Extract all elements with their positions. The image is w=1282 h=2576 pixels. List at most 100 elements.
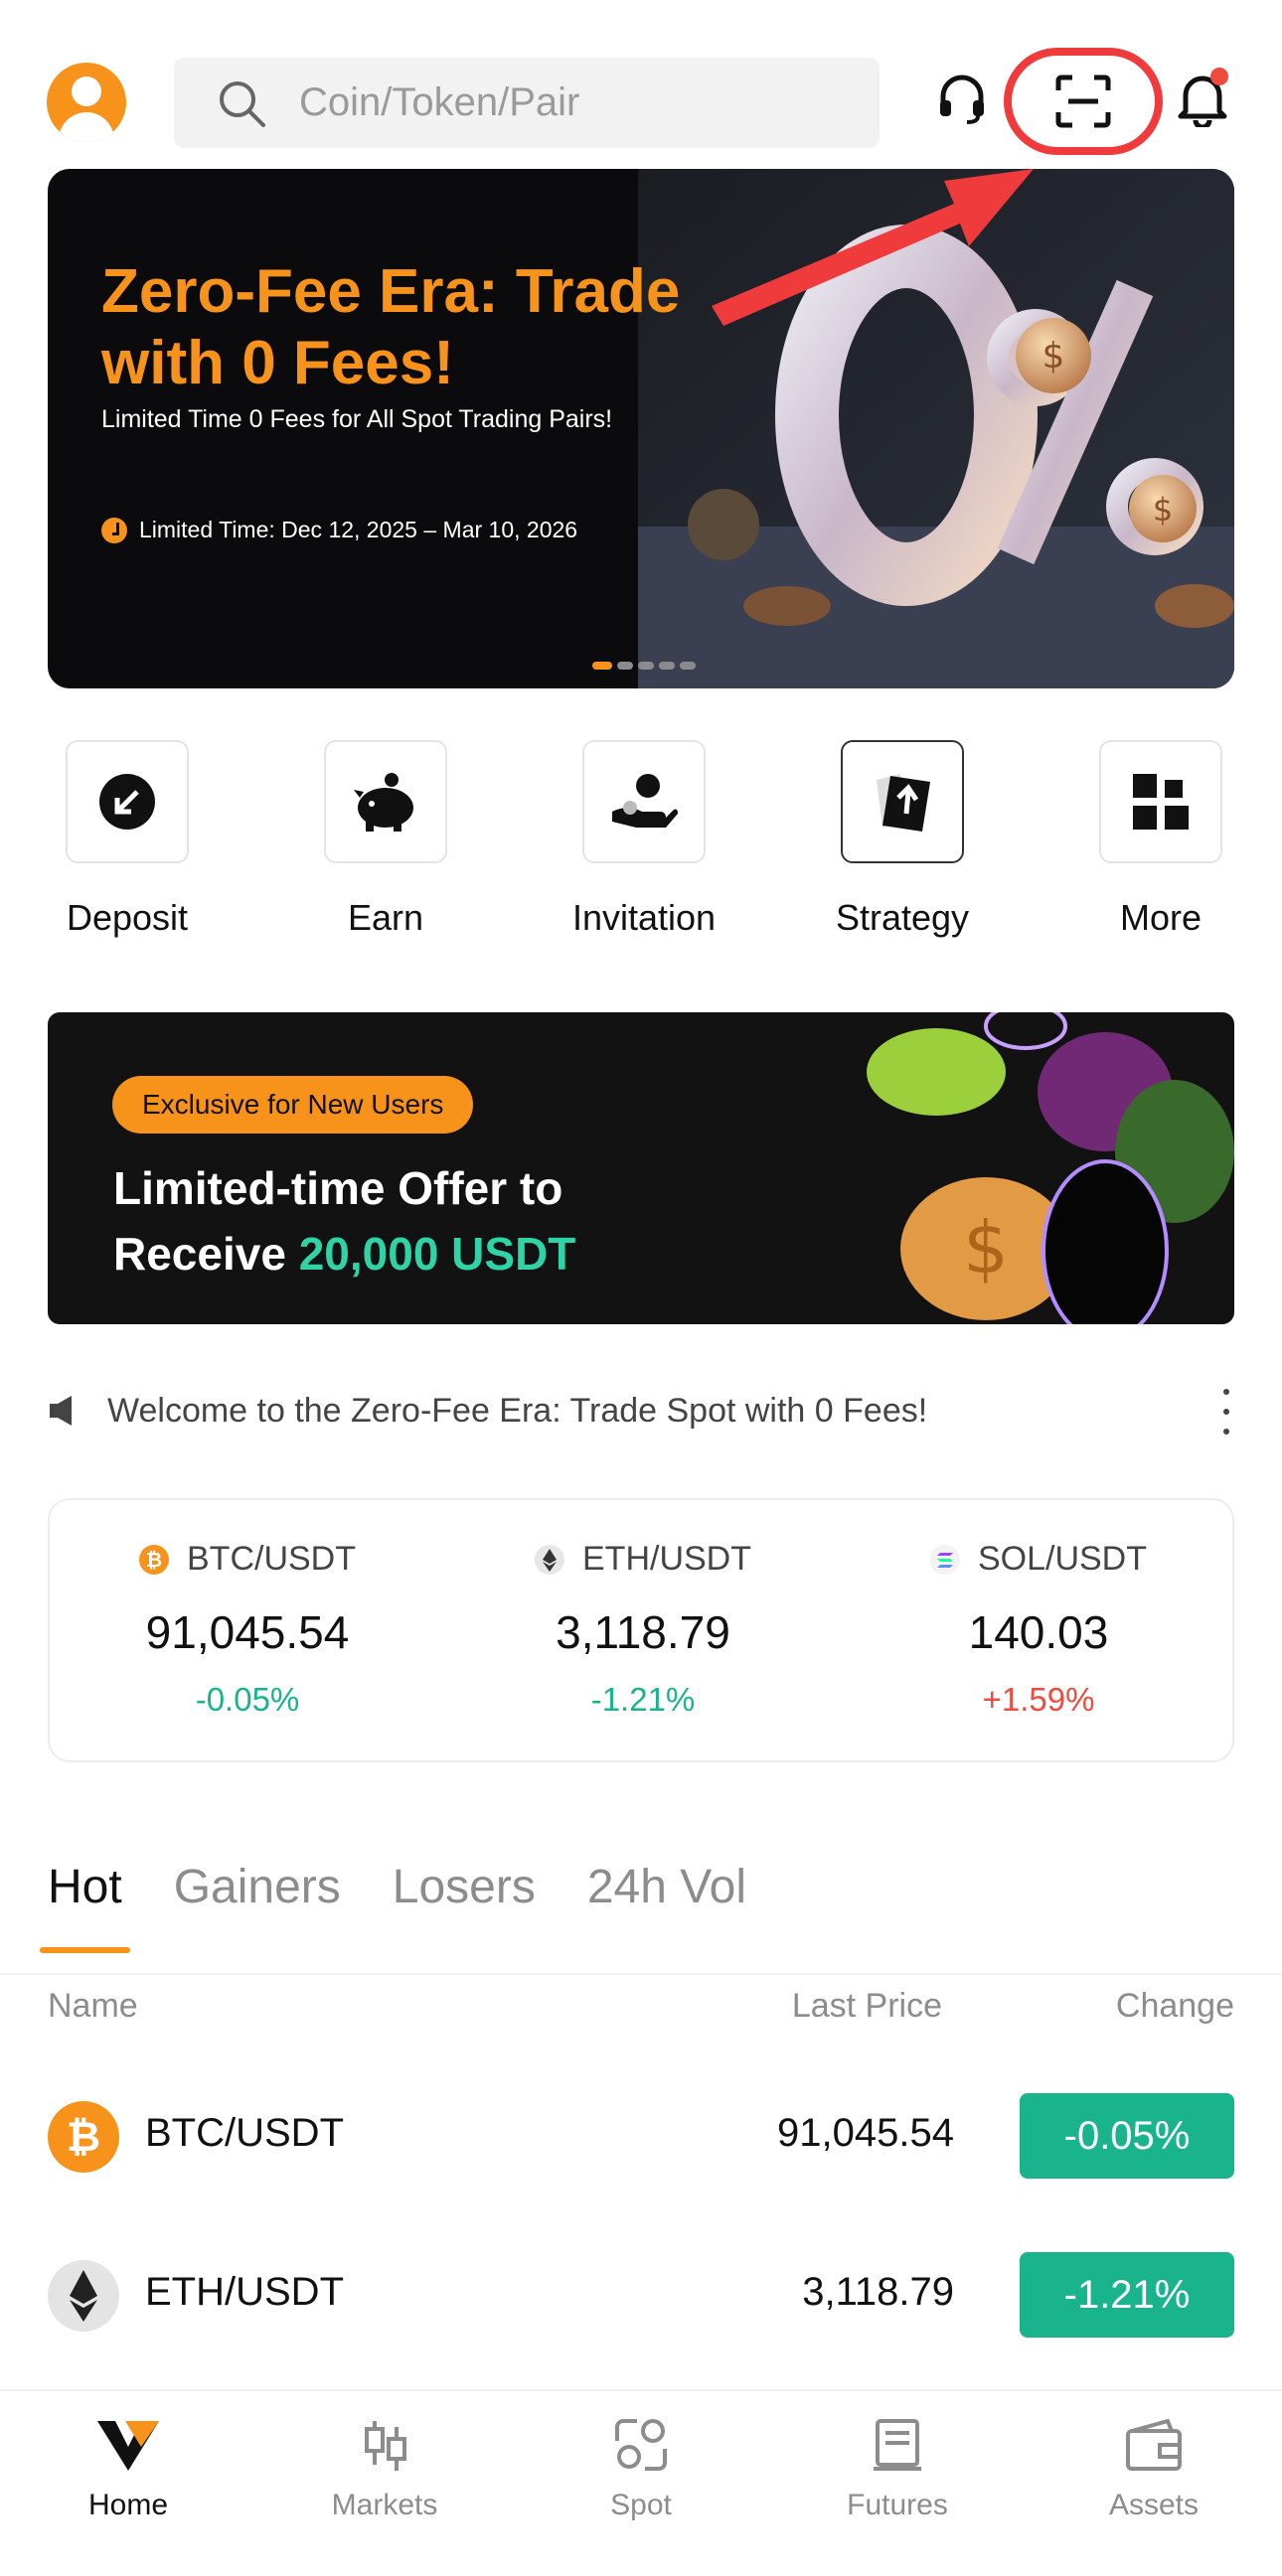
announcement-text: Welcome to the Zero-Fee Era: Trade Spot … — [107, 1391, 928, 1430]
candlestick-icon — [365, 2421, 406, 2471]
home-logo-icon — [97, 2421, 159, 2471]
avatar[interactable] — [47, 63, 126, 142]
ethereum-icon — [535, 1544, 564, 1575]
nav-label: Home — [87, 2489, 169, 2521]
bottom-nav: Home Markets Spot Futures Assets — [0, 2389, 1282, 2576]
action-strategy[interactable]: Strategy — [783, 740, 1022, 939]
new-user-promo[interactable]: $ Exclusive for New Users Limited-time O… — [48, 1012, 1234, 1324]
nav-assets[interactable]: Assets — [1026, 2417, 1282, 2522]
action-label: Deposit — [66, 897, 189, 938]
deposit-icon — [99, 774, 155, 830]
nav-futures[interactable]: Futures — [769, 2417, 1026, 2522]
ticker-change: -1.21% — [590, 1681, 696, 1718]
banner-time: Limited Time: Dec 12, 2025 – Mar 10, 202… — [101, 517, 577, 543]
ticker-price: 91,045.54 — [145, 1606, 350, 1658]
market-tabs: Hot Gainers Losers 24h Vol — [40, 1860, 798, 1959]
row-change-badge: -0.05% — [1020, 2093, 1234, 2179]
svg-text:₿: ₿ — [146, 1548, 162, 1572]
ticker-btc[interactable]: ₿ BTC/USDT 91,045.54 -0.05% — [50, 1500, 445, 1764]
action-label: Earn — [347, 897, 424, 938]
nav-label: Futures — [847, 2489, 948, 2521]
search-input[interactable] — [299, 80, 856, 125]
ethereum-icon — [48, 2260, 119, 2332]
grid-icon — [1133, 774, 1189, 830]
bitcoin-icon: ₿ — [48, 2101, 119, 2173]
action-more[interactable]: More — [1042, 740, 1280, 939]
ticker-sol[interactable]: SOL/USDT 140.03 +1.59% — [841, 1500, 1236, 1764]
search-bar[interactable] — [174, 58, 880, 148]
carousel-dot[interactable] — [638, 662, 654, 670]
banner-title: Zero-Fee Era: Trade with 0 Fees! — [101, 257, 681, 397]
ticker-price: 140.03 — [968, 1606, 1109, 1658]
promo-amount: 20,000 USDT — [298, 1228, 576, 1280]
nav-markets[interactable]: Markets — [256, 2417, 513, 2522]
coins-art: $ — [867, 1012, 1234, 1324]
ticker-change: +1.59% — [982, 1681, 1095, 1718]
tab-gainers[interactable]: Gainers — [174, 1860, 341, 1959]
tab-losers[interactable]: Losers — [393, 1860, 536, 1959]
row-pair: BTC/USDT — [145, 2111, 344, 2155]
ticker-pair: SOL/USDT — [977, 1540, 1148, 1578]
notifications-button[interactable] — [1173, 64, 1232, 133]
column-name: Name — [48, 1987, 138, 2025]
nav-spot[interactable]: Spot — [513, 2417, 769, 2522]
svg-text:$: $ — [1153, 491, 1173, 529]
carousel-dots[interactable] — [592, 662, 696, 670]
action-invitation[interactable]: Invitation — [525, 740, 763, 939]
ticker-pair: BTC/USDT — [187, 1540, 356, 1578]
column-change[interactable]: Change — [1116, 1987, 1234, 2026]
column-last-price[interactable]: Last Price — [792, 1987, 942, 2026]
search-icon — [220, 80, 265, 127]
wallet-icon — [1126, 2418, 1182, 2471]
table-row[interactable]: ₿ BTC/USDT 91,045.54 -0.05% — [48, 2081, 1234, 2191]
row-change-badge: -1.21% — [1020, 2252, 1234, 2338]
scan-button[interactable] — [1004, 48, 1163, 155]
headset-icon — [940, 75, 984, 124]
carousel-dot[interactable] — [659, 662, 675, 670]
ticker-card: ₿ BTC/USDT 91,045.54 -0.05% ETH/USDT 3,1… — [48, 1498, 1234, 1762]
row-pair: ETH/USDT — [145, 2270, 344, 2314]
banner-subtitle: Limited Time 0 Fees for All Spot Trading… — [101, 405, 613, 433]
support-button[interactable] — [934, 70, 990, 129]
hero-banner[interactable]: $ $ Zero-Fee Era: Trade with 0 Fees! Lim… — [48, 169, 1234, 688]
promo-line2: Receive 20,000 USDT — [113, 1228, 576, 1280]
piggy-bank-icon — [354, 773, 413, 832]
invite-icon — [612, 774, 678, 828]
announcement-bar[interactable]: Welcome to the Zero-Fee Era: Trade Spot … — [48, 1381, 1240, 1440]
svg-text:₿: ₿ — [67, 2112, 100, 2161]
nav-label: Spot — [610, 2489, 672, 2521]
quick-actions: Deposit Earn Invitation Strategy More — [0, 740, 1282, 939]
svg-text:$: $ — [963, 1206, 1009, 1289]
action-deposit[interactable]: Deposit — [8, 740, 246, 939]
tab-hot[interactable]: Hot — [40, 1860, 130, 1959]
action-earn[interactable]: Earn — [266, 740, 505, 939]
row-price: 91,045.54 — [777, 2111, 954, 2155]
carousel-dot[interactable] — [592, 662, 612, 670]
notification-badge — [1210, 68, 1228, 85]
carousel-dot[interactable] — [617, 662, 633, 670]
nav-home[interactable]: Home — [0, 2417, 256, 2522]
divider — [0, 1973, 1282, 1975]
tab-24h-vol[interactable]: 24h Vol — [587, 1860, 746, 1959]
speaker-icon — [50, 1396, 72, 1426]
banner-time-text: Limited Time: Dec 12, 2025 – Mar 10, 202… — [139, 517, 578, 542]
action-label: Invitation — [571, 897, 717, 938]
carousel-dot[interactable] — [680, 662, 696, 670]
nav-label: Markets — [331, 2489, 438, 2521]
ticker-pair: ETH/USDT — [582, 1540, 751, 1578]
solana-icon — [929, 1544, 960, 1575]
ticker-change: -0.05% — [195, 1681, 300, 1718]
table-row[interactable]: ETH/USDT 3,118.79 -1.21% — [48, 2240, 1234, 2349]
row-price: 3,118.79 — [802, 2270, 954, 2314]
more-options-icon[interactable] — [1216, 1389, 1236, 1435]
annotation-circle — [1004, 48, 1163, 155]
ticker-price: 3,118.79 — [556, 1606, 730, 1658]
promo-line1: Limited-time Offer to — [113, 1162, 563, 1214]
strategy-icon — [877, 774, 930, 832]
spot-icon — [615, 2419, 667, 2471]
action-label: More — [1119, 897, 1202, 938]
ticker-eth[interactable]: ETH/USDT 3,118.79 -1.21% — [445, 1500, 841, 1764]
clock-icon — [101, 517, 127, 543]
svg-text:$: $ — [1042, 336, 1065, 377]
futures-icon — [874, 2419, 921, 2471]
